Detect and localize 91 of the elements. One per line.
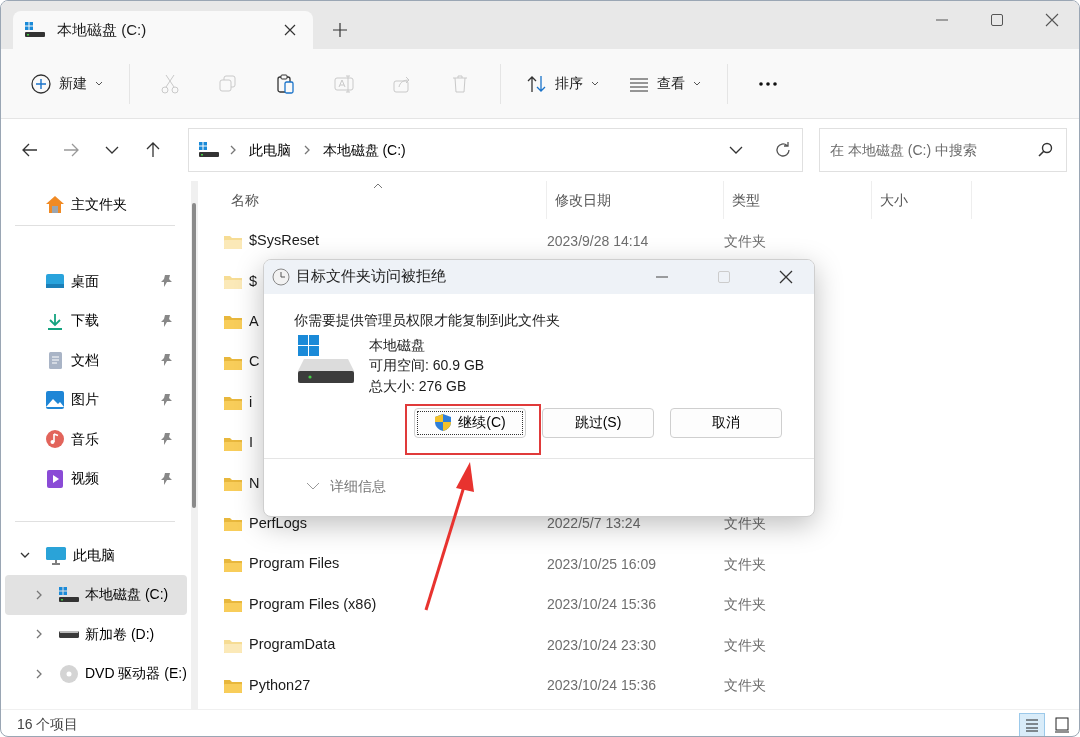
column-header[interactable]: 类型 [724,181,872,219]
sidebar-item[interactable]: 新加卷 (D:) [5,614,187,654]
home-icon [45,195,65,215]
address-bar[interactable]: 此电脑 本地磁盘 (C:) [187,128,803,172]
file-name[interactable]: Program Files [249,553,340,576]
modified-date: 2023/10/24 15:36 [547,596,656,613]
item-count: 16 个项目 [17,715,79,734]
file-name[interactable]: A [249,311,259,333]
sort-button[interactable]: 排序 [515,63,611,104]
file-name[interactable]: $SysReset [249,230,320,253]
file-name[interactable]: I [249,432,254,454]
dialog-button[interactable]: 继续(C) [414,407,526,438]
file-name[interactable]: Python27 [249,674,311,697]
video-icon [45,468,65,489]
column-header[interactable]: 名称 [223,181,547,219]
picture-icon [45,389,65,410]
download-icon [45,311,65,330]
view-toggle-button[interactable] [1019,712,1045,736]
drive-icon [198,142,219,158]
column-header[interactable]: 修改日期 [547,181,724,219]
breadcrumb[interactable]: 此电脑 [246,137,293,163]
modified-date: 2022/5/7 13:24 [547,515,641,532]
disc-icon [59,663,79,684]
file-type: 文件夹 [724,636,766,653]
dialog-title: 目标文件夹访问被拒绝 [296,267,446,287]
file-type: 文件夹 [724,555,766,572]
back-icon [20,141,39,159]
column-header[interactable]: 大小 [872,181,972,219]
file-type: 文件夹 [724,515,766,532]
view-button[interactable]: 查看 [617,63,713,104]
file-type: 文件夹 [724,677,766,693]
new-button[interactable]: 新建 [19,63,115,104]
caret-icon [95,80,103,87]
file-name[interactable]: PerfLogs [249,513,308,535]
sidebar-item[interactable]: 主文件夹 [5,185,187,225]
file-name[interactable]: C [249,351,260,374]
music-icon [45,429,65,450]
chevron-icon [306,482,320,491]
sidebar-item[interactable]: DVD 驱动器 (E:) [5,654,187,694]
search-icon [1037,142,1053,158]
file-type: 文件夹 [724,596,766,613]
sidebar-item[interactable]: 下载 [5,301,187,341]
file-name[interactable]: i [249,391,253,414]
file-name[interactable]: Program Files (x86) [249,593,377,616]
file-name[interactable]: ProgramData [249,634,336,656]
plus-icon [333,23,347,37]
caret-icon [591,80,599,87]
total-size: 总大小: 276 GB [369,377,467,394]
sidebar-item[interactable]: 视频 [5,459,187,499]
close-icon [779,270,793,284]
search-field[interactable]: 在 本地磁盘 (C:) 中搜索 [819,128,1067,172]
forward-icon [61,141,80,159]
details-toggle[interactable]: 详细信息 [300,474,392,498]
tiles-view-icon [1053,715,1071,734]
dialog-button[interactable]: 跳过(S) [542,407,654,438]
modified-date: 2023/10/25 16:09 [547,555,656,572]
shield-icon [434,413,453,433]
desktop-icon [45,272,65,291]
dialog-message: 你需要提供管理员权限才能复制到此文件夹 [294,311,561,330]
maximize-icon [989,13,1004,27]
sidebar-item[interactable]: 此电脑 [5,535,187,575]
tab-title: 本地磁盘 (C:) [57,19,148,40]
close-icon [1044,13,1059,27]
dialog-button[interactable]: 取消 [670,407,782,438]
modified-date: 2023/9/28 14:14 [547,232,649,249]
drive-icon [59,586,79,603]
computer-icon [45,545,67,566]
sidebar-item[interactable]: 文档 [5,340,187,380]
sidebar-item[interactable]: 桌面 [5,261,187,301]
tab[interactable]: 本地磁盘 (C:) [13,11,313,49]
refresh-icon [774,141,792,159]
modified-date: 2023/10/24 15:36 [547,677,656,693]
modified-date: 2023/10/24 23:30 [547,636,656,653]
sidebar-item[interactable]: 图片 [5,380,187,420]
breadcrumb[interactable]: 本地磁盘 (C:) [320,137,408,163]
drive-icon [25,22,45,38]
close-icon [283,23,297,37]
file-name[interactable]: $ [249,270,258,293]
sort-ascending-icon [373,183,383,189]
clock-icon [272,268,290,286]
drive-icon [298,335,356,385]
sidebar-item[interactable]: 音乐 [5,419,187,459]
caret-icon [693,80,701,87]
scrollbar[interactable] [191,181,198,709]
sidebar-item[interactable]: 本地磁盘 (C:) [5,575,187,615]
file-name[interactable]: N [249,472,260,495]
file-type: 文件夹 [724,232,766,249]
free-space: 可用空间: 60.9 GB [369,357,485,374]
up-icon [144,141,162,159]
maximize-icon [717,270,731,284]
drive-name: 本地磁盘 [369,337,425,353]
